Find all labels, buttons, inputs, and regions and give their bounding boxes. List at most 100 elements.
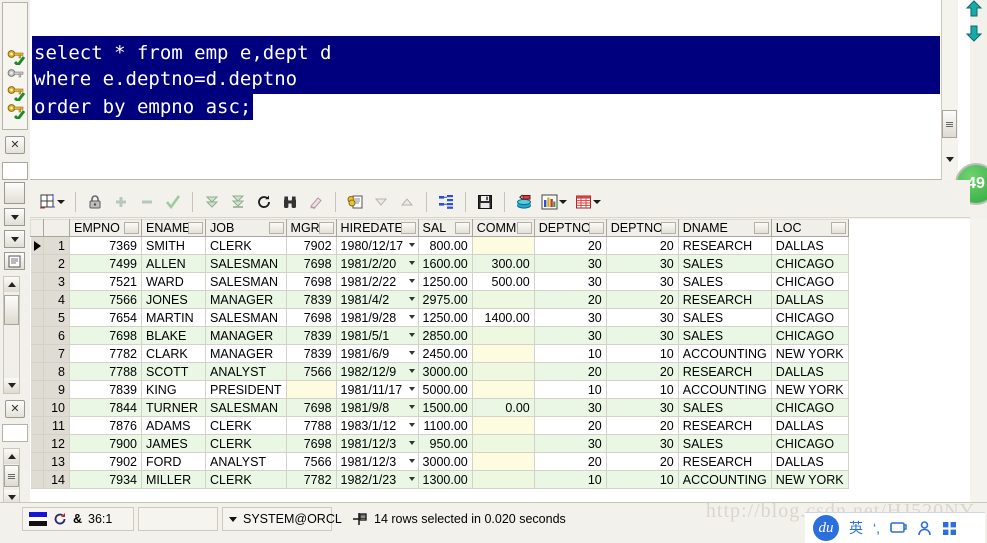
column-header-ename[interactable]: ENAME (141, 219, 206, 237)
cell-mgr[interactable]: 7839 (286, 326, 337, 345)
cell-hiredate[interactable]: 1981/9/28 (336, 308, 419, 327)
find-button[interactable] (278, 190, 302, 214)
cell-dname[interactable]: ACCOUNTING (678, 470, 772, 489)
scroll-up-arrow[interactable] (4, 449, 19, 464)
cell-ename[interactable]: JONES (141, 290, 206, 309)
rownum-header[interactable] (43, 219, 70, 237)
add-row-button[interactable] (109, 190, 133, 214)
cell-empno[interactable]: 7521 (69, 272, 142, 291)
chevron-down-icon[interactable] (57, 199, 65, 204)
date-dropdown-icon[interactable] (408, 261, 415, 265)
cell-comm[interactable] (472, 326, 535, 345)
cell-job[interactable]: ANALYST (205, 452, 287, 471)
cell-comm[interactable] (472, 236, 535, 255)
cell-empno[interactable]: 7900 (69, 434, 142, 453)
date-dropdown-icon[interactable] (408, 459, 415, 463)
row-number[interactable]: 11 (43, 416, 70, 435)
left-box-button[interactable] (4, 182, 25, 204)
cell-job[interactable]: CLERK (205, 416, 287, 435)
cell-comm[interactable] (472, 416, 535, 435)
cell-loc[interactable]: CHICAGO (771, 272, 849, 291)
cell-empno[interactable]: 7788 (69, 362, 142, 381)
cell-empno[interactable]: 7698 (69, 326, 142, 345)
chevron-down-icon[interactable] (229, 516, 237, 522)
table-row[interactable]: 8 7788 SCOTT ANALYST 7566 1982/12/9 3000.00 20 2… (30, 362, 849, 381)
cell-job[interactable]: PRESIDENT (205, 380, 287, 399)
table-row[interactable]: 6 7698 BLAKE MANAGER 7839 1981/5/1 2850.00 30 30… (30, 326, 849, 345)
cell-dname[interactable]: ACCOUNTING (678, 344, 772, 363)
column-menu-button[interactable] (400, 222, 416, 234)
cell-dname[interactable]: RESEARCH (678, 452, 772, 471)
cell-dname[interactable]: SALES (678, 308, 772, 327)
cell-ename[interactable]: SMITH (141, 236, 206, 255)
table-row[interactable]: 3 7521 WARD SALESMAN 7698 1981/2/22 1250.00 500… (30, 272, 849, 291)
ime-language-toggle[interactable]: 英 (849, 518, 863, 538)
column-header-comm[interactable]: COMM (471, 219, 535, 237)
corner-cell[interactable] (30, 219, 44, 237)
cell-mgr[interactable]: 7698 (286, 434, 337, 453)
cell-sal[interactable]: 1250.00 (418, 308, 473, 327)
close-panel-button[interactable]: ✕ (5, 136, 25, 154)
column-header-job[interactable]: JOB (205, 219, 287, 237)
cell-job[interactable]: SALESMAN (205, 272, 287, 291)
grid-view-button[interactable] (36, 190, 68, 214)
keyboard-icon[interactable] (890, 521, 907, 536)
explain-plan-button[interactable] (434, 190, 458, 214)
cell-deptno[interactable]: 30 (534, 254, 607, 273)
cell-hiredate[interactable]: 1981/2/20 (336, 254, 419, 273)
cell-mgr[interactable]: 7698 (286, 254, 337, 273)
save-button[interactable] (473, 190, 497, 214)
left-dropdown-2[interactable] (4, 230, 25, 248)
cell-job[interactable]: CLERK (205, 434, 287, 453)
cell-empno[interactable]: 7876 (69, 416, 142, 435)
row-number[interactable]: 4 (43, 290, 70, 309)
arrow-up-icon[interactable] (965, 0, 983, 18)
cell-comm[interactable]: 0.00 (472, 398, 535, 417)
sort-desc-button[interactable] (369, 190, 393, 214)
cell-hiredate[interactable]: 1982/12/9 (336, 362, 419, 381)
table-row[interactable]: 4 7566 JONES MANAGER 7839 1981/4/2 2975.00 20 20… (30, 290, 849, 309)
scroll-down-arrow[interactable] (4, 378, 19, 393)
column-header-loc[interactable]: LOC (770, 219, 849, 237)
cell-job[interactable]: MANAGER (205, 344, 287, 363)
row-marker[interactable] (30, 236, 44, 255)
table-row[interactable]: 1 7369 SMITH CLERK 7902 1980/12/17 800.00 20 20 R… (30, 236, 849, 255)
cell-empno[interactable]: 7839 (69, 380, 142, 399)
column-menu-button[interactable] (753, 222, 769, 234)
cell-empno[interactable]: 7566 (69, 290, 142, 309)
row-marker[interactable] (30, 326, 44, 345)
cell-job[interactable]: CLERK (205, 470, 287, 489)
cell-dname[interactable]: SALES (678, 272, 772, 291)
cell-mgr[interactable]: 7902 (286, 236, 337, 255)
cell-deptno2[interactable]: 30 (606, 308, 679, 327)
row-marker[interactable] (30, 380, 44, 399)
cell-deptno[interactable]: 30 (534, 434, 607, 453)
row-marker[interactable] (30, 308, 44, 327)
cell-loc[interactable]: NEW YORK (771, 344, 849, 363)
row-marker[interactable] (30, 362, 44, 381)
row-number[interactable]: 7 (43, 344, 70, 363)
column-menu-button[interactable] (830, 222, 846, 234)
cell-dname[interactable]: SALES (678, 398, 772, 417)
cell-deptno[interactable]: 20 (534, 416, 607, 435)
row-marker[interactable] (30, 290, 44, 309)
row-marker[interactable] (30, 434, 44, 453)
row-marker[interactable] (30, 452, 44, 471)
sort-asc-button[interactable] (395, 190, 419, 214)
cell-hiredate[interactable]: 1981/5/1 (336, 326, 419, 345)
cell-hiredate[interactable]: 1981/6/9 (336, 344, 419, 363)
scroll-down-arrow[interactable] (942, 152, 957, 166)
column-menu-button[interactable] (660, 222, 676, 234)
cell-loc[interactable]: CHICAGO (771, 398, 849, 417)
row-number[interactable]: 1 (43, 236, 70, 255)
cell-dname[interactable]: RESEARCH (678, 362, 772, 381)
cell-comm[interactable] (472, 470, 535, 489)
cell-empno[interactable]: 7934 (69, 470, 142, 489)
column-header-hiredate[interactable]: HIREDATE (335, 219, 419, 237)
cell-mgr[interactable] (286, 380, 337, 399)
cell-loc[interactable]: NEW YORK (771, 380, 849, 399)
cell-mgr[interactable]: 7839 (286, 290, 337, 309)
cell-dname[interactable]: ACCOUNTING (678, 380, 772, 399)
row-marker[interactable] (30, 272, 44, 291)
cell-comm[interactable] (472, 362, 535, 381)
